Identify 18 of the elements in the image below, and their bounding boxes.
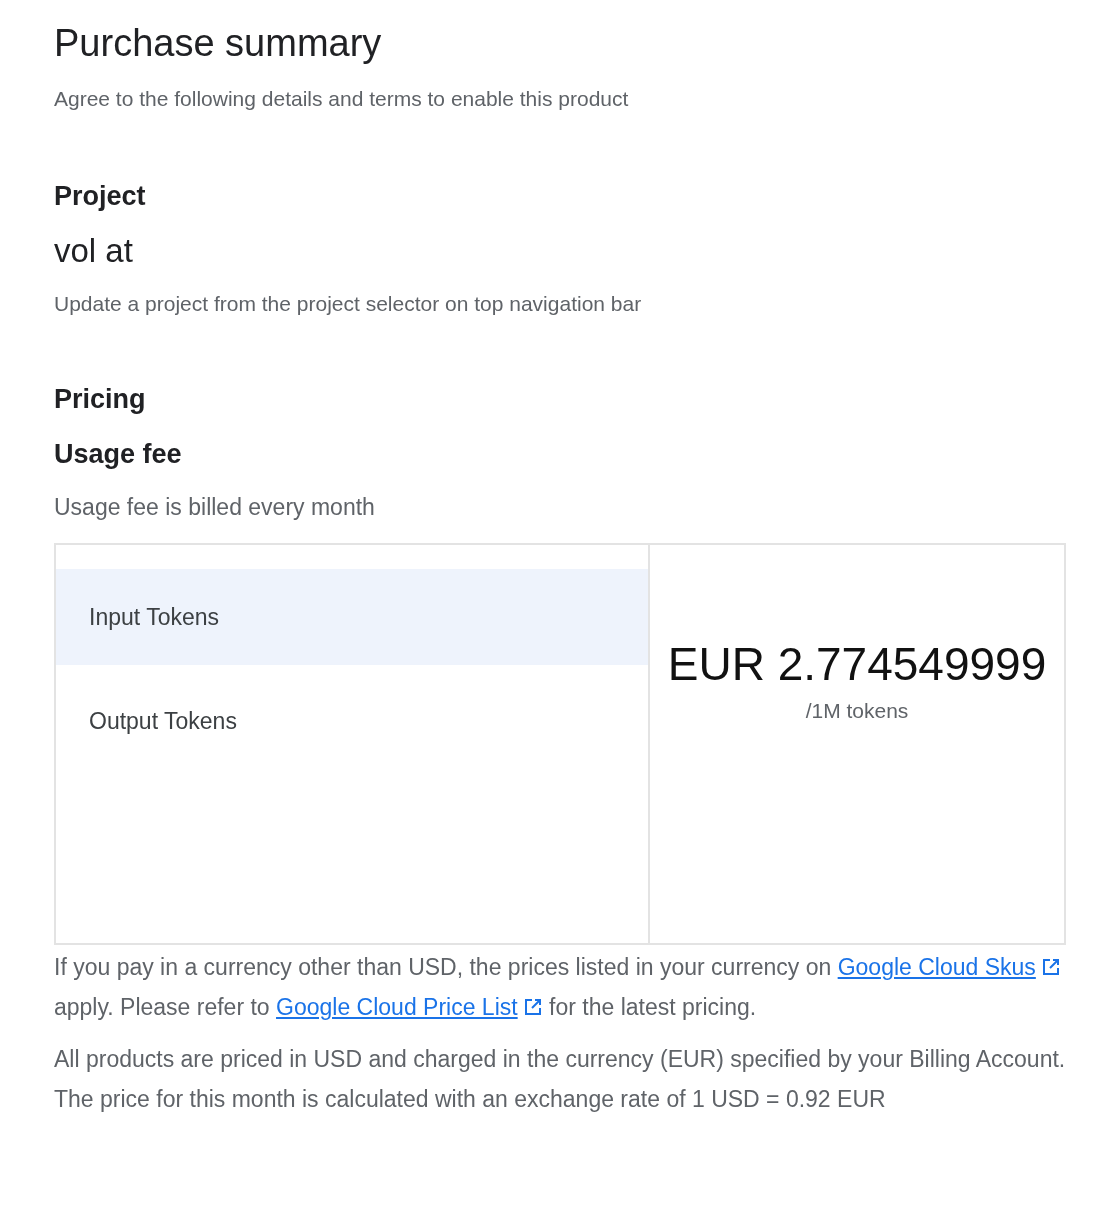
link[interactable]: Google Cloud Skus bbox=[837, 954, 1061, 980]
section-subheading: Usage fee bbox=[54, 439, 183, 470]
fee-note: Usage fee is billed every month bbox=[54, 494, 376, 521]
price-amount: EUR 2.774549999 bbox=[667, 637, 1047, 691]
project-hint: Update a project from the project selector on top navigation bar bbox=[54, 292, 643, 316]
link[interactable]: Google Cloud Price List bbox=[276, 994, 543, 1020]
note-text: All products are priced in USD and charged in the currency (EUR) specified by your Billing Account. The price for this month is calculated with an exchange rate of 1 USD = 0.92 EUR bbox=[54, 1045, 1067, 1114]
project-name: vol at bbox=[54, 232, 134, 270]
section-heading: Pricing bbox=[54, 384, 147, 415]
pricing-row[interactable]: Input Tokens bbox=[56, 569, 648, 665]
subtitle: Agree to the following details and terms to enable this product bbox=[54, 87, 630, 111]
external-link-icon bbox=[1040, 957, 1061, 977]
page-title: Purchase summary bbox=[54, 22, 383, 65]
price-unit: /1M tokens bbox=[805, 699, 909, 723]
section-heading: Project bbox=[54, 181, 147, 212]
pricing-row[interactable]: Output Tokens bbox=[56, 673, 648, 769]
note-text: If you pay in a currency other than USD, the prices listed in your currency on Google Cloud Skus apply. Please refer to Google Cloud Price List for the latest pricing. bbox=[54, 947, 1076, 1027]
external-link-icon bbox=[522, 997, 543, 1017]
